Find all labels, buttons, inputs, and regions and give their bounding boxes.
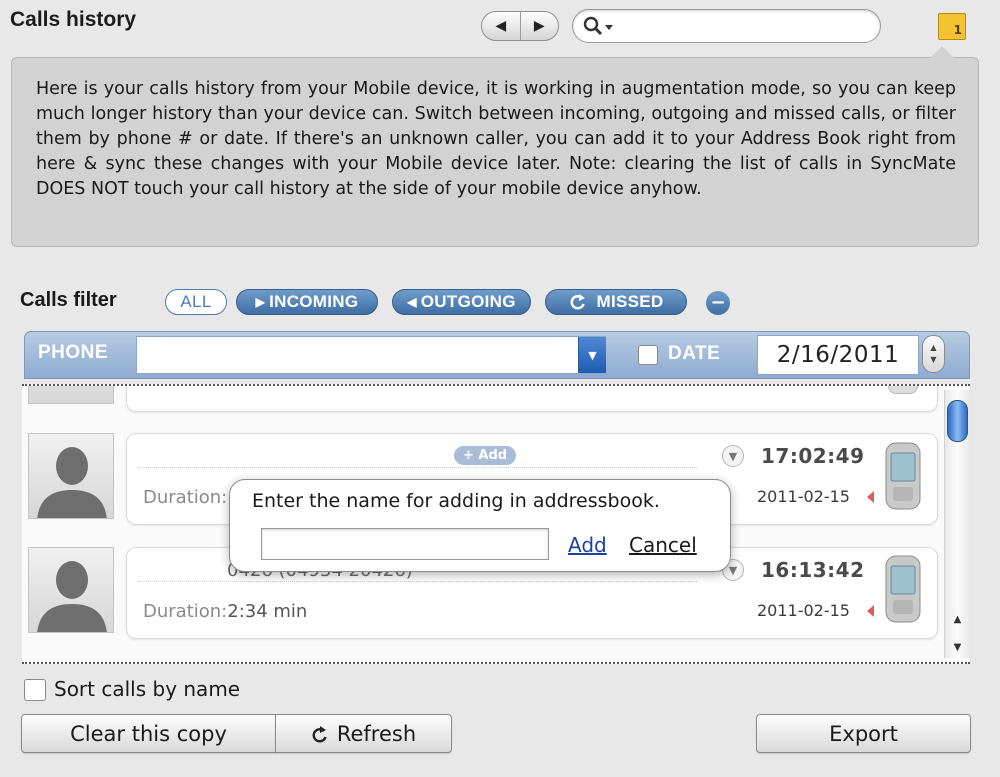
person-silhouette-icon (37, 561, 107, 632)
missed-marker-icon (867, 605, 874, 617)
nav-back-forward: ◀ ▶ (481, 11, 559, 41)
call-time: 16:13:42 (761, 558, 865, 582)
mobile-phone-icon (885, 555, 921, 623)
mobile-phone-icon (885, 442, 921, 510)
person-silhouette-icon (37, 447, 107, 518)
remove-filter-button[interactable]: − (706, 291, 730, 315)
list-item[interactable] (126, 386, 938, 412)
search-field[interactable] (572, 9, 881, 43)
contact-avatar (28, 386, 114, 404)
triangle-right-icon: ▶ (533, 18, 545, 34)
add-to-addressbook-button[interactable]: + Add (454, 446, 517, 465)
stepper-up-icon[interactable]: ▲ (930, 342, 936, 354)
date-stepper[interactable]: ▲ ▼ (922, 335, 945, 373)
refresh-button[interactable]: Refresh (275, 714, 452, 753)
notes-badge-count: 1 (953, 23, 962, 37)
filter-incoming-button[interactable]: ▶ INCOMING (236, 289, 378, 315)
popup-cancel-link[interactable]: Cancel (629, 533, 697, 557)
stepper-down-icon[interactable]: ▼ (930, 354, 936, 366)
phone-combobox[interactable] (136, 336, 606, 374)
scroll-up-icon[interactable]: ▲ (947, 610, 968, 628)
refresh-label: Refresh (336, 721, 417, 746)
search-icon (583, 16, 613, 36)
scrollbar-thumb[interactable] (947, 400, 968, 442)
call-duration: Duration:2:34 min (143, 601, 308, 622)
calls-filter-label: Calls filter (20, 289, 117, 311)
filter-outgoing-label: OUTGOING (420, 292, 516, 311)
mobile-phone-icon (888, 386, 918, 394)
play-right-icon: ▶ (255, 295, 266, 309)
info-text: Here is your calls history from your Mob… (36, 79, 956, 199)
notes-icon[interactable]: 1 (938, 13, 966, 40)
popup-prompt: Enter the name for adding in addressbook… (252, 490, 660, 512)
missed-marker-icon (867, 491, 874, 503)
play-left-icon: ◀ (407, 295, 417, 309)
sort-by-name-checkbox[interactable] (24, 679, 46, 701)
export-button[interactable]: Export (756, 714, 971, 753)
filter-incoming-label: INCOMING (269, 292, 359, 311)
call-duration: Duration: (143, 487, 228, 508)
contact-avatar (28, 433, 114, 519)
refresh-icon (312, 725, 327, 742)
triangle-down-icon: ▼ (588, 348, 597, 362)
add-name-popup: Enter the name for adding in addressbook… (229, 479, 731, 572)
phone-dropdown-button[interactable]: ▼ (578, 337, 606, 373)
filter-outgoing-button[interactable]: ◀ OUTGOING (392, 289, 531, 315)
info-panel-pointer (930, 46, 954, 58)
scroll-down-icon[interactable]: ▼ (947, 638, 968, 656)
page-title: Calls history (10, 8, 137, 31)
filter-missed-button[interactable]: MISSED (545, 289, 687, 315)
filter-missed-label: MISSED (596, 292, 664, 311)
call-date: 2011-02-15 (757, 487, 850, 506)
search-input[interactable] (619, 15, 869, 37)
contact-name-input[interactable] (261, 528, 549, 560)
triangle-left-icon: ◀ (495, 18, 507, 34)
forward-button[interactable]: ▶ (519, 12, 559, 40)
filter-all-button[interactable]: ALL (165, 289, 227, 315)
clear-copy-button[interactable]: Clear this copy (21, 714, 276, 753)
date-label: DATE (668, 343, 721, 364)
caller-name-line (137, 444, 697, 468)
popup-add-link[interactable]: Add (568, 533, 607, 557)
phone-label: PHONE (38, 342, 109, 363)
contact-avatar (28, 547, 114, 633)
date-field[interactable]: 2/16/2011 (757, 335, 919, 375)
sort-by-name-label: Sort calls by name (54, 677, 241, 701)
call-date: 2011-02-15 (757, 601, 850, 620)
call-time: 17:02:49 (761, 444, 865, 468)
back-button[interactable]: ◀ (482, 12, 520, 40)
filter-all-label: ALL (180, 292, 212, 311)
info-panel: Here is your calls history from your Mob… (11, 46, 979, 247)
date-checkbox[interactable] (638, 345, 658, 365)
redo-arrow-icon (570, 294, 585, 310)
chevron-down-icon[interactable]: ▼ (722, 445, 744, 467)
minus-icon: − (710, 292, 726, 313)
